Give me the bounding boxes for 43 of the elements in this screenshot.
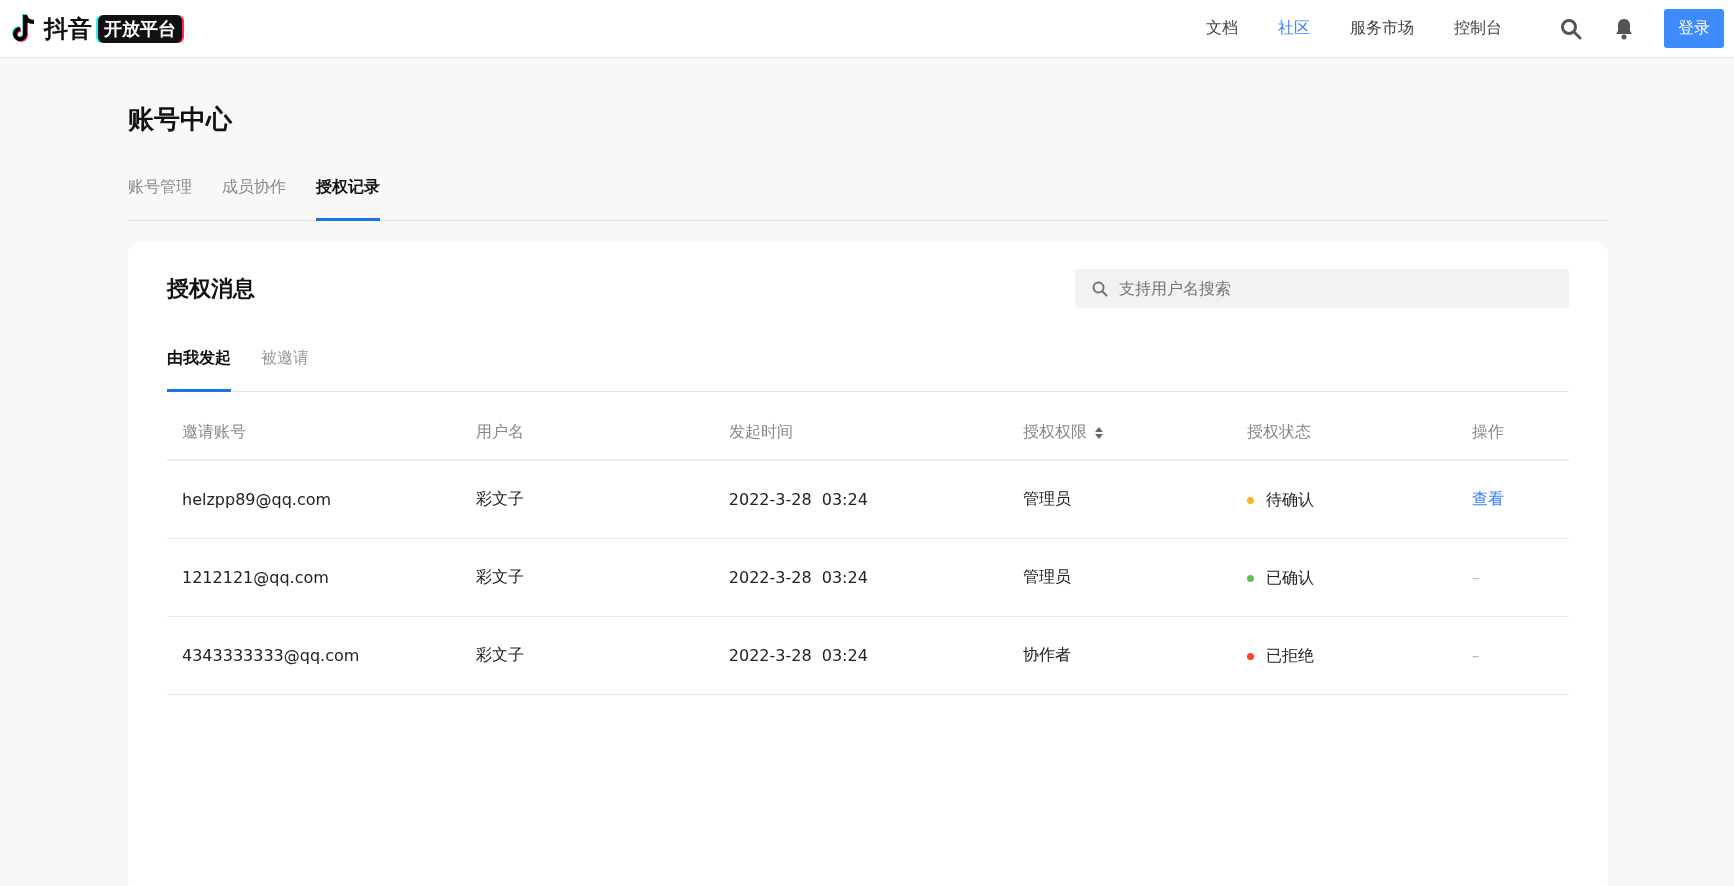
- tab[interactable]: 成员协作: [222, 177, 286, 221]
- nav-link[interactable]: 控制台: [1454, 18, 1502, 39]
- table-cell: 管理员: [1023, 567, 1072, 586]
- nav-link[interactable]: 文档: [1206, 18, 1238, 39]
- column-header: 邀请账号: [182, 422, 246, 443]
- logo-text: 抖音: [44, 13, 92, 45]
- table-cell: 2022-3-28 03:24: [728, 568, 868, 587]
- table-cell: 协作者: [1023, 645, 1072, 664]
- table-cell: 管理员: [1023, 489, 1072, 508]
- empty-dash: –: [1471, 568, 1480, 587]
- tab[interactable]: 授权记录: [316, 177, 380, 221]
- view-link[interactable]: 查看: [1471, 489, 1504, 508]
- column-header: 发起时间: [728, 422, 793, 443]
- column-header: 授权权限: [1023, 422, 1088, 443]
- table-cell: 1212121@qq.com: [182, 568, 329, 587]
- table-cell: 4343333333@qq.com: [182, 646, 360, 665]
- column-header: 授权状态: [1247, 422, 1312, 443]
- status-text: 已拒绝: [1266, 645, 1315, 667]
- nav-link[interactable]: 社区: [1278, 18, 1310, 39]
- table-cell: 2022-3-28 03:24: [728, 646, 868, 665]
- tab[interactable]: 由我发起: [167, 348, 231, 392]
- tab[interactable]: 账号管理: [128, 177, 192, 221]
- status-text: 待确认: [1266, 489, 1315, 511]
- search-field[interactable]: 支持用户名搜索: [1075, 269, 1569, 308]
- page-title: 账号中心: [128, 103, 234, 136]
- column-header: 操作: [1471, 422, 1504, 443]
- login-button[interactable]: 登录: [1664, 9, 1724, 48]
- column-header: 用户名: [476, 422, 525, 443]
- table-cell: 彩文子: [476, 567, 525, 586]
- search-icon: [1092, 281, 1108, 297]
- sort-icon[interactable]: [1095, 426, 1104, 439]
- table-cell: 彩文子: [476, 489, 525, 508]
- table-cell: helzpp89@qq.com: [182, 490, 332, 509]
- table-cell: 2022-3-28 03:24: [728, 490, 868, 509]
- bell-icon[interactable]: [1614, 17, 1634, 40]
- empty-dash: –: [1471, 646, 1480, 665]
- tab[interactable]: 被邀请: [261, 348, 309, 392]
- search-icon[interactable]: [1560, 17, 1582, 40]
- nav-link[interactable]: 服务市场: [1350, 18, 1414, 39]
- status-text: 已确认: [1266, 567, 1315, 589]
- table-cell: 彩文子: [476, 645, 525, 664]
- logo-badge: 开放平台: [98, 14, 182, 43]
- card-title: 授权消息: [167, 274, 255, 303]
